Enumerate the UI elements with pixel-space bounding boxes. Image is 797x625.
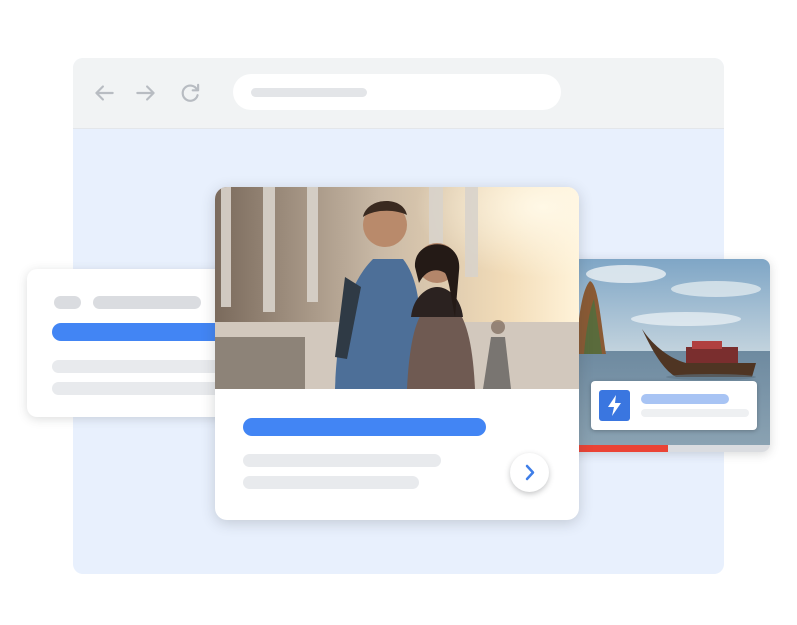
story-title-bar xyxy=(641,394,729,404)
story-progress-bar xyxy=(566,445,770,452)
featured-result-card[interactable] xyxy=(215,187,579,520)
site-name-placeholder xyxy=(93,296,201,309)
lightning-bolt-icon xyxy=(599,390,630,421)
story-card[interactable] xyxy=(566,259,770,452)
result-title-bar xyxy=(243,418,486,436)
amp-story-box xyxy=(591,381,757,430)
address-bar[interactable] xyxy=(233,74,561,110)
snippet-line-1 xyxy=(243,454,441,467)
favicon-placeholder xyxy=(54,296,81,309)
snippet-line-2 xyxy=(243,476,419,489)
reload-icon[interactable] xyxy=(177,80,203,106)
url-placeholder-line xyxy=(251,88,367,97)
browser-toolbar xyxy=(73,58,724,129)
arrow-forward-icon[interactable] xyxy=(133,80,159,106)
couple-at-temple-photo xyxy=(215,187,579,389)
story-subtitle-line xyxy=(641,409,749,417)
next-button[interactable] xyxy=(510,453,549,492)
arrow-back-icon[interactable] xyxy=(91,80,117,106)
story-progress-fill xyxy=(566,445,668,452)
